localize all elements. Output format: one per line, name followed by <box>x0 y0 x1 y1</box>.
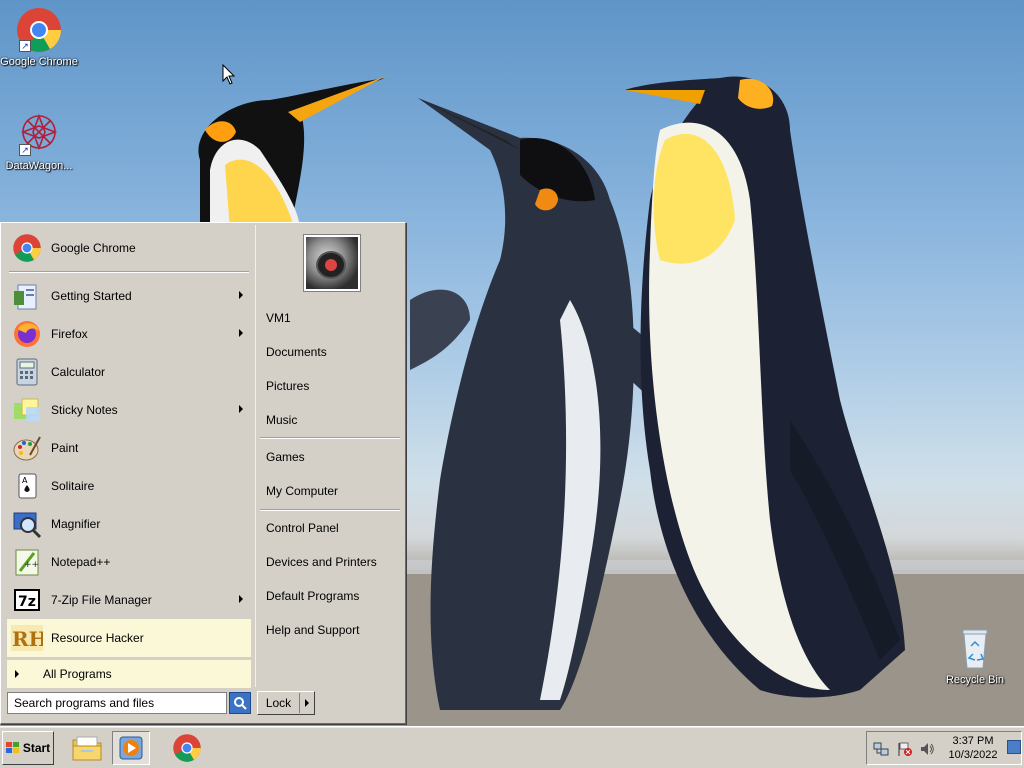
start-item-label: Calculator <box>51 365 106 379</box>
getting-started-icon <box>11 280 43 312</box>
svg-text:7z: 7z <box>18 594 36 610</box>
places-item-default-programs[interactable]: Default Programs <box>266 585 396 607</box>
taskbar: Start 3:37 PM 10/3/2022 <box>0 726 1024 768</box>
start-item-label: Notepad++ <box>51 555 111 569</box>
start-item-getting-started[interactable]: Getting Started <box>7 277 251 315</box>
desktop-icon-label: Google Chrome <box>0 56 78 68</box>
submenu-arrow-icon <box>239 329 243 337</box>
svg-text:A: A <box>22 476 28 485</box>
svg-text:++: ++ <box>24 560 39 570</box>
folder-icon <box>72 736 102 761</box>
action-center-flag-icon[interactable] <box>897 741 913 757</box>
submenu-arrow-icon <box>239 291 243 299</box>
search-button[interactable] <box>229 692 251 714</box>
recycle-bin-icon <box>951 624 999 672</box>
start-item-paint[interactable]: Paint <box>7 429 251 467</box>
start-item-resource-hacker[interactable]: RH Resource Hacker <box>7 619 251 657</box>
places-item-music[interactable]: Music <box>266 409 396 431</box>
places-item-control-panel[interactable]: Control Panel <box>266 517 396 539</box>
start-item-notepad-plus-plus[interactable]: ++ Notepad++ <box>7 543 251 581</box>
start-menu-programs-pane: Google Chrome Getting Started Firefox Ca… <box>3 225 253 688</box>
all-programs-arrow-icon <box>15 670 19 678</box>
start-menu-places-pane: VM1 Documents Pictures Music Games My Co… <box>255 225 403 687</box>
desktop-icon-chrome[interactable]: ↗ Google Chrome <box>0 6 78 68</box>
start-item-7zip[interactable]: 7z 7-Zip File Manager <box>7 581 251 619</box>
places-item-devices-and-printers[interactable]: Devices and Printers <box>266 551 396 573</box>
all-programs-label: All Programs <box>43 667 112 681</box>
media-player-icon <box>119 736 143 760</box>
start-menu: Google Chrome Getting Started Firefox Ca… <box>0 222 406 724</box>
clock-time: 3:37 PM <box>952 735 994 747</box>
lock-button[interactable]: Lock <box>257 691 315 715</box>
places-item-games[interactable]: Games <box>266 446 396 468</box>
start-menu-separator <box>9 271 249 273</box>
start-item-label: Solitaire <box>51 479 95 493</box>
7zip-icon: 7z <box>11 584 43 616</box>
all-programs-button[interactable]: All Programs <box>7 660 251 688</box>
places-item-user[interactable]: VM1 <box>266 307 396 329</box>
start-item-label: Firefox <box>51 327 88 341</box>
notepad-plus-plus-icon: ++ <box>11 546 43 578</box>
datawagon-icon: ↗ <box>15 110 63 158</box>
places-item-documents[interactable]: Documents <box>266 341 396 363</box>
lock-options-arrow-icon[interactable] <box>305 699 309 707</box>
places-separator <box>260 437 400 439</box>
submenu-arrow-icon <box>239 595 243 603</box>
taskbar-app-file-explorer[interactable] <box>68 731 106 765</box>
places-item-pictures[interactable]: Pictures <box>266 375 396 397</box>
search-icon <box>234 697 247 710</box>
start-item-solitaire[interactable]: A Solitaire <box>7 467 251 505</box>
start-item-label: Resource Hacker <box>51 631 144 645</box>
calculator-icon <box>11 356 43 388</box>
firefox-icon <box>11 318 43 350</box>
user-avatar[interactable] <box>303 234 361 292</box>
chrome-icon <box>11 232 43 264</box>
windows-flag-icon <box>5 742 19 753</box>
start-item-calculator[interactable]: Calculator <box>7 353 251 391</box>
sticky-notes-icon <box>11 394 43 426</box>
places-item-help-and-support[interactable]: Help and Support <box>266 619 396 641</box>
desktop-icon-label: Recycle Bin <box>945 674 1005 686</box>
desktop-icon-label: DataWagon... <box>5 160 73 172</box>
desktop-icon-recycle-bin[interactable]: Recycle Bin <box>936 624 1014 686</box>
start-item-magnifier[interactable]: Magnifier <box>7 505 251 543</box>
system-tray: 3:37 PM 10/3/2022 <box>866 731 1022 765</box>
start-menu-footer: Search programs and files Lock <box>1 689 405 723</box>
network-icon[interactable] <box>873 741 889 757</box>
search-programs-input[interactable]: Search programs and files <box>7 692 227 714</box>
taskbar-app-media-player[interactable] <box>112 731 150 765</box>
start-item-sticky-notes[interactable]: Sticky Notes <box>7 391 251 429</box>
start-item-label: Sticky Notes <box>51 403 118 417</box>
start-item-firefox[interactable]: Firefox <box>7 315 251 353</box>
start-button[interactable]: Start <box>2 731 54 765</box>
taskbar-app-chrome[interactable] <box>168 731 206 765</box>
places-item-my-computer[interactable]: My Computer <box>266 480 396 502</box>
places-separator <box>260 509 400 511</box>
desktop-icon-datawagon[interactable]: ↗ DataWagon... <box>0 110 78 172</box>
clock-date: 10/3/2022 <box>948 749 998 761</box>
lock-label: Lock <box>258 693 300 713</box>
start-item-label: 7-Zip File Manager <box>51 593 152 607</box>
start-item-label: Getting Started <box>51 289 132 303</box>
start-item-google-chrome[interactable]: Google Chrome <box>7 229 251 267</box>
start-item-label: Paint <box>51 441 79 455</box>
start-label: Start <box>22 741 51 755</box>
clock[interactable]: 3:37 PM 10/3/2022 <box>941 734 1005 762</box>
show-desktop-button[interactable] <box>1007 740 1021 754</box>
chrome-icon: ↗ <box>15 6 63 54</box>
start-item-label: Google Chrome <box>51 241 136 255</box>
svg-text:RH: RH <box>12 627 43 651</box>
start-item-label: Magnifier <box>51 517 101 531</box>
submenu-arrow-icon <box>239 405 243 413</box>
volume-icon[interactable] <box>919 741 935 757</box>
solitaire-icon: A <box>11 470 43 502</box>
paint-icon <box>11 432 43 464</box>
magnifier-icon <box>11 508 43 540</box>
resource-hacker-icon: RH <box>11 622 43 654</box>
mouse-cursor-icon <box>222 64 236 85</box>
chrome-icon <box>173 734 201 762</box>
